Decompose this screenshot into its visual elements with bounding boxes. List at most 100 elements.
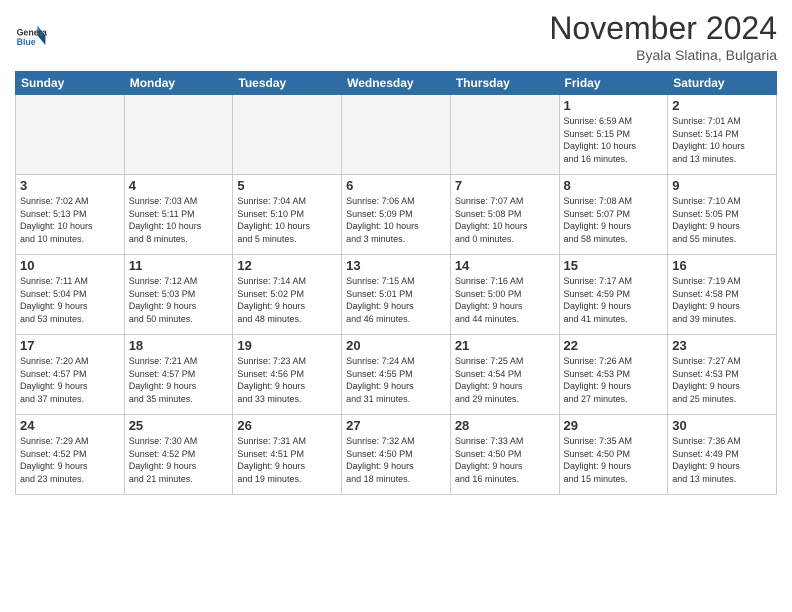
calendar-cell: 7 Sunrise: 7:07 AM Sunset: 5:08 PM Daylig… [450, 175, 559, 255]
day-number: 14 [455, 258, 555, 273]
day-info: Sunrise: 7:07 AM Sunset: 5:08 PM Dayligh… [455, 195, 555, 245]
calendar-cell: 19Sunrise: 7:23 AM Sunset: 4:56 PM Dayli… [233, 335, 342, 415]
calendar-week-3: 10 Sunrise: 7:11 AM Sunset: 5:04 PM Dayli… [16, 255, 777, 335]
calendar-week-1: 1Sunrise: 6:59 AM Sunset: 5:15 PM Daylig… [16, 95, 777, 175]
svg-text:General: General [17, 27, 47, 37]
calendar-cell: 26 Sunrise: 7:31 AM Sunset: 4:51 PM Dayli… [233, 415, 342, 495]
day-info: Sunrise: 7:08 AM Sunset: 5:07 PM Dayligh… [564, 195, 664, 245]
day-info: Sunrise: 6:59 AM Sunset: 5:15 PM Dayligh… [564, 115, 664, 165]
calendar-cell: 1Sunrise: 6:59 AM Sunset: 5:15 PM Daylig… [559, 95, 668, 175]
calendar-cell: 18 Sunrise: 7:21 AM Sunset: 4:57 PM Dayli… [124, 335, 233, 415]
calendar-cell: 21 Sunrise: 7:25 AM Sunset: 4:54 PM Dayli… [450, 335, 559, 415]
day-info: Sunrise: 7:17 AM Sunset: 4:59 PM Dayligh… [564, 275, 664, 325]
calendar-week-4: 17 Sunrise: 7:20 AM Sunset: 4:57 PM Dayli… [16, 335, 777, 415]
day-info: Sunrise: 7:29 AM Sunset: 4:52 PM Dayligh… [20, 435, 120, 485]
day-number: 22 [564, 338, 664, 353]
day-number: 10 [20, 258, 120, 273]
day-number: 19 [237, 338, 337, 353]
day-number: 12 [237, 258, 337, 273]
calendar-cell: 15 Sunrise: 7:17 AM Sunset: 4:59 PM Dayli… [559, 255, 668, 335]
calendar-cell: 8 Sunrise: 7:08 AM Sunset: 5:07 PM Daylig… [559, 175, 668, 255]
col-monday: Monday [124, 72, 233, 95]
day-number: 29 [564, 418, 664, 433]
calendar-cell: 27Sunrise: 7:32 AM Sunset: 4:50 PM Dayli… [342, 415, 451, 495]
day-info: Sunrise: 7:03 AM Sunset: 5:11 PM Dayligh… [129, 195, 229, 245]
day-info: Sunrise: 7:21 AM Sunset: 4:57 PM Dayligh… [129, 355, 229, 405]
calendar-week-2: 3 Sunrise: 7:02 AM Sunset: 5:13 PM Daylig… [16, 175, 777, 255]
calendar-cell: 5Sunrise: 7:04 AM Sunset: 5:10 PM Daylig… [233, 175, 342, 255]
day-info: Sunrise: 7:33 AM Sunset: 4:50 PM Dayligh… [455, 435, 555, 485]
calendar-cell [124, 95, 233, 175]
day-number: 11 [129, 258, 229, 273]
day-info: Sunrise: 7:32 AM Sunset: 4:50 PM Dayligh… [346, 435, 446, 485]
calendar-cell: 25 Sunrise: 7:30 AM Sunset: 4:52 PM Dayli… [124, 415, 233, 495]
header: General Blue November 2024 Byala Slatina… [15, 10, 777, 63]
month-title: November 2024 [549, 10, 777, 47]
day-number: 20 [346, 338, 446, 353]
day-info: Sunrise: 7:11 AM Sunset: 5:04 PM Dayligh… [20, 275, 120, 325]
day-number: 30 [672, 418, 772, 433]
day-info: Sunrise: 7:06 AM Sunset: 5:09 PM Dayligh… [346, 195, 446, 245]
title-block: November 2024 Byala Slatina, Bulgaria [549, 10, 777, 63]
day-number: 25 [129, 418, 229, 433]
day-number: 17 [20, 338, 120, 353]
day-number: 15 [564, 258, 664, 273]
day-number: 4 [129, 178, 229, 193]
calendar-cell [233, 95, 342, 175]
day-number: 18 [129, 338, 229, 353]
calendar-cell: 14 Sunrise: 7:16 AM Sunset: 5:00 PM Dayli… [450, 255, 559, 335]
day-info: Sunrise: 7:30 AM Sunset: 4:52 PM Dayligh… [129, 435, 229, 485]
day-info: Sunrise: 7:19 AM Sunset: 4:58 PM Dayligh… [672, 275, 772, 325]
calendar-cell: 24Sunrise: 7:29 AM Sunset: 4:52 PM Dayli… [16, 415, 125, 495]
day-number: 26 [237, 418, 337, 433]
day-info: Sunrise: 7:31 AM Sunset: 4:51 PM Dayligh… [237, 435, 337, 485]
day-number: 28 [455, 418, 555, 433]
calendar-cell: 9Sunrise: 7:10 AM Sunset: 5:05 PM Daylig… [668, 175, 777, 255]
col-friday: Friday [559, 72, 668, 95]
col-thursday: Thursday [450, 72, 559, 95]
day-number: 8 [564, 178, 664, 193]
location-subtitle: Byala Slatina, Bulgaria [549, 47, 777, 63]
calendar-cell: 11 Sunrise: 7:12 AM Sunset: 5:03 PM Dayli… [124, 255, 233, 335]
calendar-cell: 4 Sunrise: 7:03 AM Sunset: 5:11 PM Daylig… [124, 175, 233, 255]
col-sunday: Sunday [16, 72, 125, 95]
logo-icon: General Blue [15, 21, 47, 53]
day-info: Sunrise: 7:20 AM Sunset: 4:57 PM Dayligh… [20, 355, 120, 405]
day-info: Sunrise: 7:25 AM Sunset: 4:54 PM Dayligh… [455, 355, 555, 405]
day-info: Sunrise: 7:27 AM Sunset: 4:53 PM Dayligh… [672, 355, 772, 405]
calendar-cell: 23 Sunrise: 7:27 AM Sunset: 4:53 PM Dayli… [668, 335, 777, 415]
calendar-cell [16, 95, 125, 175]
day-info: Sunrise: 7:36 AM Sunset: 4:49 PM Dayligh… [672, 435, 772, 485]
day-number: 21 [455, 338, 555, 353]
calendar-week-5: 24Sunrise: 7:29 AM Sunset: 4:52 PM Dayli… [16, 415, 777, 495]
day-number: 9 [672, 178, 772, 193]
calendar-cell: 30 Sunrise: 7:36 AM Sunset: 4:49 PM Dayli… [668, 415, 777, 495]
day-info: Sunrise: 7:04 AM Sunset: 5:10 PM Dayligh… [237, 195, 337, 245]
day-number: 13 [346, 258, 446, 273]
day-info: Sunrise: 7:14 AM Sunset: 5:02 PM Dayligh… [237, 275, 337, 325]
day-number: 16 [672, 258, 772, 273]
calendar-cell: 20 Sunrise: 7:24 AM Sunset: 4:55 PM Dayli… [342, 335, 451, 415]
day-number: 7 [455, 178, 555, 193]
col-saturday: Saturday [668, 72, 777, 95]
calendar-cell: 22Sunrise: 7:26 AM Sunset: 4:53 PM Dayli… [559, 335, 668, 415]
day-info: Sunrise: 7:12 AM Sunset: 5:03 PM Dayligh… [129, 275, 229, 325]
page: General Blue November 2024 Byala Slatina… [0, 0, 792, 612]
day-info: Sunrise: 7:15 AM Sunset: 5:01 PM Dayligh… [346, 275, 446, 325]
col-wednesday: Wednesday [342, 72, 451, 95]
calendar-cell: 12 Sunrise: 7:14 AM Sunset: 5:02 PM Dayli… [233, 255, 342, 335]
day-info: Sunrise: 7:16 AM Sunset: 5:00 PM Dayligh… [455, 275, 555, 325]
calendar-cell [450, 95, 559, 175]
day-number: 23 [672, 338, 772, 353]
day-info: Sunrise: 7:02 AM Sunset: 5:13 PM Dayligh… [20, 195, 120, 245]
day-info: Sunrise: 7:35 AM Sunset: 4:50 PM Dayligh… [564, 435, 664, 485]
svg-text:Blue: Blue [17, 37, 36, 47]
day-info: Sunrise: 7:01 AM Sunset: 5:14 PM Dayligh… [672, 115, 772, 165]
calendar-cell: 10 Sunrise: 7:11 AM Sunset: 5:04 PM Dayli… [16, 255, 125, 335]
calendar-cell: 13 Sunrise: 7:15 AM Sunset: 5:01 PM Dayli… [342, 255, 451, 335]
day-number: 6 [346, 178, 446, 193]
calendar-cell [342, 95, 451, 175]
day-number: 3 [20, 178, 120, 193]
day-info: Sunrise: 7:24 AM Sunset: 4:55 PM Dayligh… [346, 355, 446, 405]
col-tuesday: Tuesday [233, 72, 342, 95]
